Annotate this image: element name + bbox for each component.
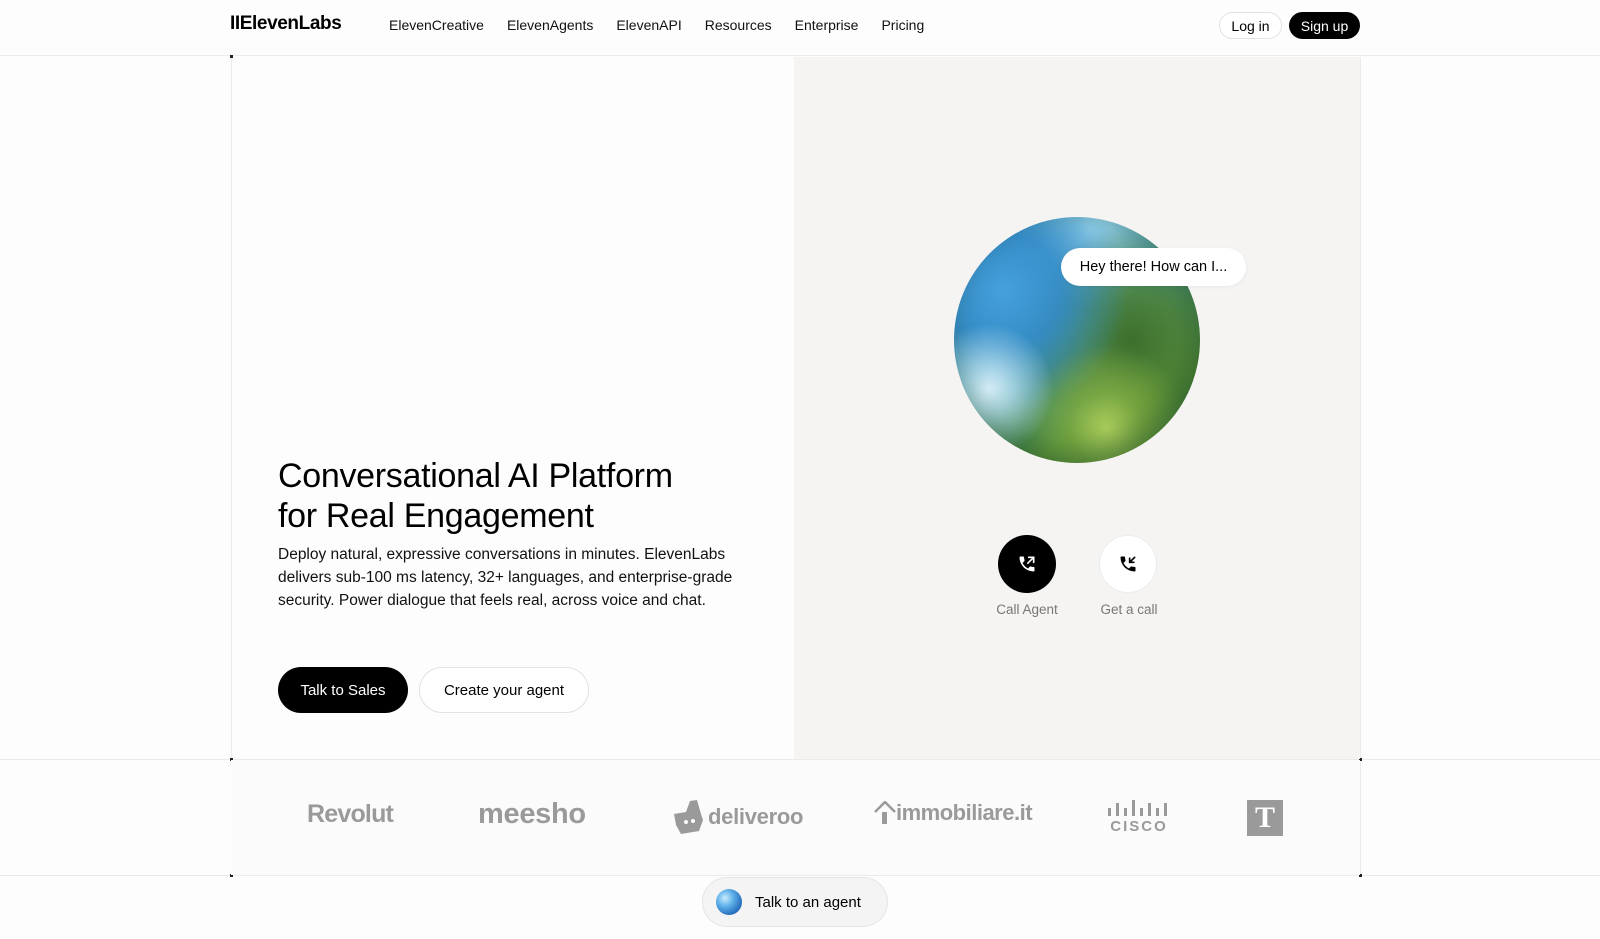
- login-button[interactable]: Log in: [1219, 12, 1282, 39]
- phone-incoming-icon: [1120, 556, 1136, 572]
- cisco-logo: CISCO: [1107, 800, 1171, 835]
- talk-to-agent-widget[interactable]: Talk to an agent: [702, 877, 888, 927]
- hero-title-line1: Conversational AI Platform: [278, 457, 673, 495]
- nav-item-enterprise[interactable]: Enterprise: [795, 17, 859, 33]
- telekom-logo: T: [1247, 800, 1283, 836]
- frame-line-right: [1360, 57, 1361, 875]
- nav-item-resources[interactable]: Resources: [705, 17, 772, 33]
- get-a-call-button[interactable]: [1099, 535, 1157, 593]
- nav-item-elevenapi[interactable]: ElevenAPI: [616, 17, 681, 33]
- elevenlabs-logo[interactable]: IIElevenLabs: [230, 13, 342, 35]
- kangaroo-icon: [674, 800, 703, 834]
- agent-speech-bubble: Hey there! How can I...: [1061, 248, 1246, 286]
- nav-item-pricing[interactable]: Pricing: [881, 17, 924, 33]
- hero-description: Deploy natural, expressive conversations…: [278, 546, 733, 609]
- immobiliare-logo: immobiliare.it: [874, 800, 1033, 826]
- cisco-wordmark: CISCO: [1110, 818, 1168, 835]
- top-nav: IIElevenLabs ElevenCreative ElevenAgents…: [0, 0, 1600, 56]
- immobiliare-wordmark: immobiliare.it: [896, 800, 1033, 825]
- agent-avatar-orb: [716, 889, 742, 915]
- frame-line-left: [231, 57, 232, 875]
- talk-to-agent-label: Talk to an agent: [755, 893, 861, 911]
- hero-title: Conversational AI Platform for Real Enga…: [278, 456, 673, 536]
- call-agent-label: Call Agent: [996, 602, 1058, 617]
- main-menu: ElevenCreative ElevenAgents ElevenAPI Re…: [389, 17, 947, 33]
- get-a-call-label: Get a call: [1100, 602, 1158, 617]
- talk-to-sales-button[interactable]: Talk to Sales: [278, 667, 408, 713]
- hero-title-line2: for Real Engagement: [278, 497, 594, 535]
- corner-tick: [230, 55, 233, 58]
- create-agent-button[interactable]: Create your agent: [419, 667, 589, 713]
- revolut-logo: Revolut: [307, 800, 394, 828]
- meesho-logo: meesho: [478, 798, 586, 830]
- deliveroo-wordmark: deliveroo: [708, 804, 804, 829]
- deliveroo-logo: deliveroo: [672, 800, 803, 834]
- signup-button[interactable]: Sign up: [1289, 12, 1360, 39]
- phone-outgoing-icon: [1019, 556, 1035, 572]
- cisco-bars-icon: [1108, 800, 1167, 816]
- house-icon: [874, 801, 896, 824]
- nav-item-elevenagents[interactable]: ElevenAgents: [507, 17, 593, 33]
- call-agent-button[interactable]: [998, 535, 1056, 593]
- nav-item-elevencreative[interactable]: ElevenCreative: [389, 17, 484, 33]
